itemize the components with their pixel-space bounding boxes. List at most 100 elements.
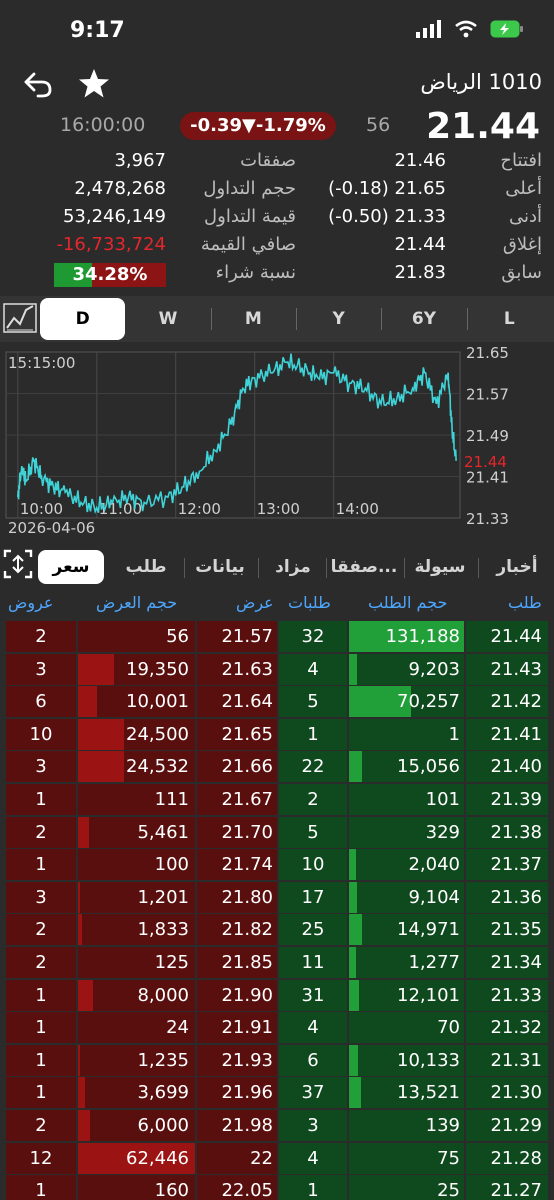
col-bid-price: طلب xyxy=(508,593,542,612)
tab-liquidity[interactable]: سيولة xyxy=(406,550,474,584)
ask-size-cell: 111 xyxy=(78,784,195,815)
tab-data[interactable]: بيانات xyxy=(186,550,254,584)
expand-icon[interactable] xyxy=(2,548,34,580)
bid-size-value: 9,203 xyxy=(408,658,460,680)
asks-count-cell: 2 xyxy=(6,914,76,946)
ask-size-cell: 3,699 xyxy=(78,1077,195,1109)
ask-price-cell: 22.05 xyxy=(197,1175,277,1200)
order-book-row[interactable]: 1 100 21.74 10 2,040 21.37 xyxy=(0,849,554,882)
ask-size-value: 56 xyxy=(166,626,189,647)
chart-y-tick: 21.49 xyxy=(466,427,509,445)
order-book-row[interactable]: 2 56 21.57 32 131,188 21.44 xyxy=(0,621,554,654)
order-book-row[interactable]: 3 24,532 21.66 22 15,056 21.40 xyxy=(0,751,554,784)
period-tab-6y[interactable]: 6Y xyxy=(381,298,466,340)
asks-count-cell: 12 xyxy=(6,1142,76,1174)
bid-size-cell: 101 xyxy=(349,784,464,815)
tab-price[interactable]: سعر xyxy=(38,550,104,584)
tab-auction[interactable]: مزاد xyxy=(262,550,324,584)
order-book-row[interactable]: 1 8,000 21.90 31 12,101 21.33 xyxy=(0,979,554,1013)
favorite-star-icon[interactable] xyxy=(76,66,112,102)
order-book-row[interactable]: 6 10,001 21.64 5 70,257 21.42 xyxy=(0,686,554,719)
back-icon[interactable] xyxy=(20,66,56,102)
bids-count-cell: 3 xyxy=(279,1110,347,1141)
chart-type-icon[interactable] xyxy=(2,300,38,336)
order-book-row[interactable]: 2 125 21.85 11 1,277 21.34 xyxy=(0,947,554,980)
high-value: (-0.18) 21.65 xyxy=(328,178,446,199)
order-book-row[interactable]: 1 24 21.91 4 70 21.32 xyxy=(0,1012,554,1045)
tab-news[interactable]: أخبار xyxy=(482,550,552,584)
ask-size-value: 24,500 xyxy=(126,723,189,745)
stats-row: 34.28% نسبة شراء 21.83 سابق xyxy=(0,260,554,288)
order-book-row[interactable]: 3 19,350 21.63 4 9,203 21.43 xyxy=(0,653,554,687)
ask-size-value: 8,000 xyxy=(137,984,189,1006)
signal-icon xyxy=(416,20,441,38)
bid-size-cell: 75 xyxy=(349,1142,464,1174)
bid-size-value: 13,521 xyxy=(397,1082,460,1104)
open-value: 21.46 xyxy=(394,150,446,171)
bid-size-cell: 13,521 xyxy=(349,1077,464,1109)
tab-bid[interactable]: طلب xyxy=(114,550,178,584)
order-book-row[interactable]: 10 24,500 21.65 1 1 21.41 xyxy=(0,718,554,752)
stats-panel: 3,967 صفقات 21.46 افتتاح 2,478,268 حجم ا… xyxy=(0,148,554,288)
order-book-row[interactable]: 1 1,235 21.93 6 10,133 21.31 xyxy=(0,1044,554,1078)
chart-x-tick: 13:00 xyxy=(257,500,300,518)
bid-size-bar xyxy=(349,849,356,881)
low-value: (-0.50) 21.33 xyxy=(328,206,446,227)
order-book-row[interactable]: 3 1,201 21.80 17 9,104 21.36 xyxy=(0,881,554,915)
asks-count-cell: 1 xyxy=(6,979,76,1011)
ask-price-cell: 21.91 xyxy=(197,1012,277,1044)
bid-size-bar xyxy=(349,881,358,913)
trades-value: 3,967 xyxy=(114,150,166,171)
ask-size-bar xyxy=(78,1077,86,1109)
ask-size-value: 111 xyxy=(154,789,189,810)
period-tab-w[interactable]: W xyxy=(125,298,210,340)
order-book-row[interactable]: 1 3,699 21.96 37 13,521 21.30 xyxy=(0,1077,554,1110)
order-book-row[interactable]: 1 160 22.05 1 25 21.27 xyxy=(0,1175,554,1200)
price-chart[interactable]: 10:00 11:00 12:00 13:00 14:00 21.65 21.57 21.49… xyxy=(0,346,554,542)
period-tab-y[interactable]: Y xyxy=(295,298,381,340)
bid-price-cell: 21.43 xyxy=(466,653,548,685)
period-tab-d[interactable]: D xyxy=(40,298,126,340)
order-book-row[interactable]: 12 62,446 22 4 75 21.28 xyxy=(0,1142,554,1176)
detail-tabs: سعر طلب بيانات مزاد صفقا... سيولة أخبار xyxy=(0,542,554,586)
chart-x-tick: 10:00 xyxy=(20,500,63,518)
bid-price-cell: 21.31 xyxy=(466,1044,548,1076)
bids-count-cell: 37 xyxy=(279,1077,347,1109)
ask-size-bar xyxy=(78,686,97,718)
period-tab-m[interactable]: M xyxy=(210,298,296,340)
bid-size-cell: 2,040 xyxy=(349,849,464,881)
ask-size-bar xyxy=(78,816,89,848)
bid-size-value: 25 xyxy=(437,1180,460,1200)
order-book-row[interactable]: 1 111 21.67 2 101 21.39 xyxy=(0,784,554,817)
bid-price-cell: 21.36 xyxy=(466,881,548,913)
order-book-row[interactable]: 2 6,000 21.98 3 139 21.29 xyxy=(0,1110,554,1143)
stats-row: 3,967 صفقات 21.46 افتتاح xyxy=(0,148,554,176)
bid-size-bar xyxy=(349,979,360,1011)
ask-price-cell: 21.70 xyxy=(197,816,277,848)
bid-size-value: 15,056 xyxy=(397,756,460,778)
bids-count-cell: 31 xyxy=(279,979,347,1011)
chart-y-tick: 21.33 xyxy=(466,510,509,528)
period-tabs: D W M Y 6Y L xyxy=(40,298,552,340)
bid-size-cell: 25 xyxy=(349,1175,464,1200)
tab-trades[interactable]: صفقا... xyxy=(328,550,400,584)
ask-price-cell: 21.65 xyxy=(197,718,277,750)
tab-divider xyxy=(478,558,479,578)
chart-y-tick: 21.65 xyxy=(466,346,509,362)
asks-count-cell: 6 xyxy=(6,686,76,718)
order-book-row[interactable]: 2 1,833 21.82 25 14,971 21.35 xyxy=(0,914,554,947)
bid-price-cell: 21.37 xyxy=(466,849,548,881)
net-value-value: -16,733,724 xyxy=(56,234,166,255)
order-book-row[interactable]: 2 5,461 21.70 5 329 21.38 xyxy=(0,816,554,850)
bid-size-cell: 70,257 xyxy=(349,686,464,718)
bids-count-cell: 4 xyxy=(279,1142,347,1174)
ask-price-cell: 21.82 xyxy=(197,914,277,946)
chart-y-tick: 21.57 xyxy=(466,386,509,404)
period-tab-l[interactable]: L xyxy=(466,298,552,340)
chart-current-price: 21.44 xyxy=(464,453,507,471)
ask-size-cell: 24,500 xyxy=(78,718,195,750)
price-line: 16:00:00 -0.39▼-1.79% 56 21.44 xyxy=(0,106,554,147)
ask-size-cell: 19,350 xyxy=(78,653,195,685)
bid-size-bar xyxy=(349,653,358,685)
asks-count-cell: 1 xyxy=(6,784,76,815)
